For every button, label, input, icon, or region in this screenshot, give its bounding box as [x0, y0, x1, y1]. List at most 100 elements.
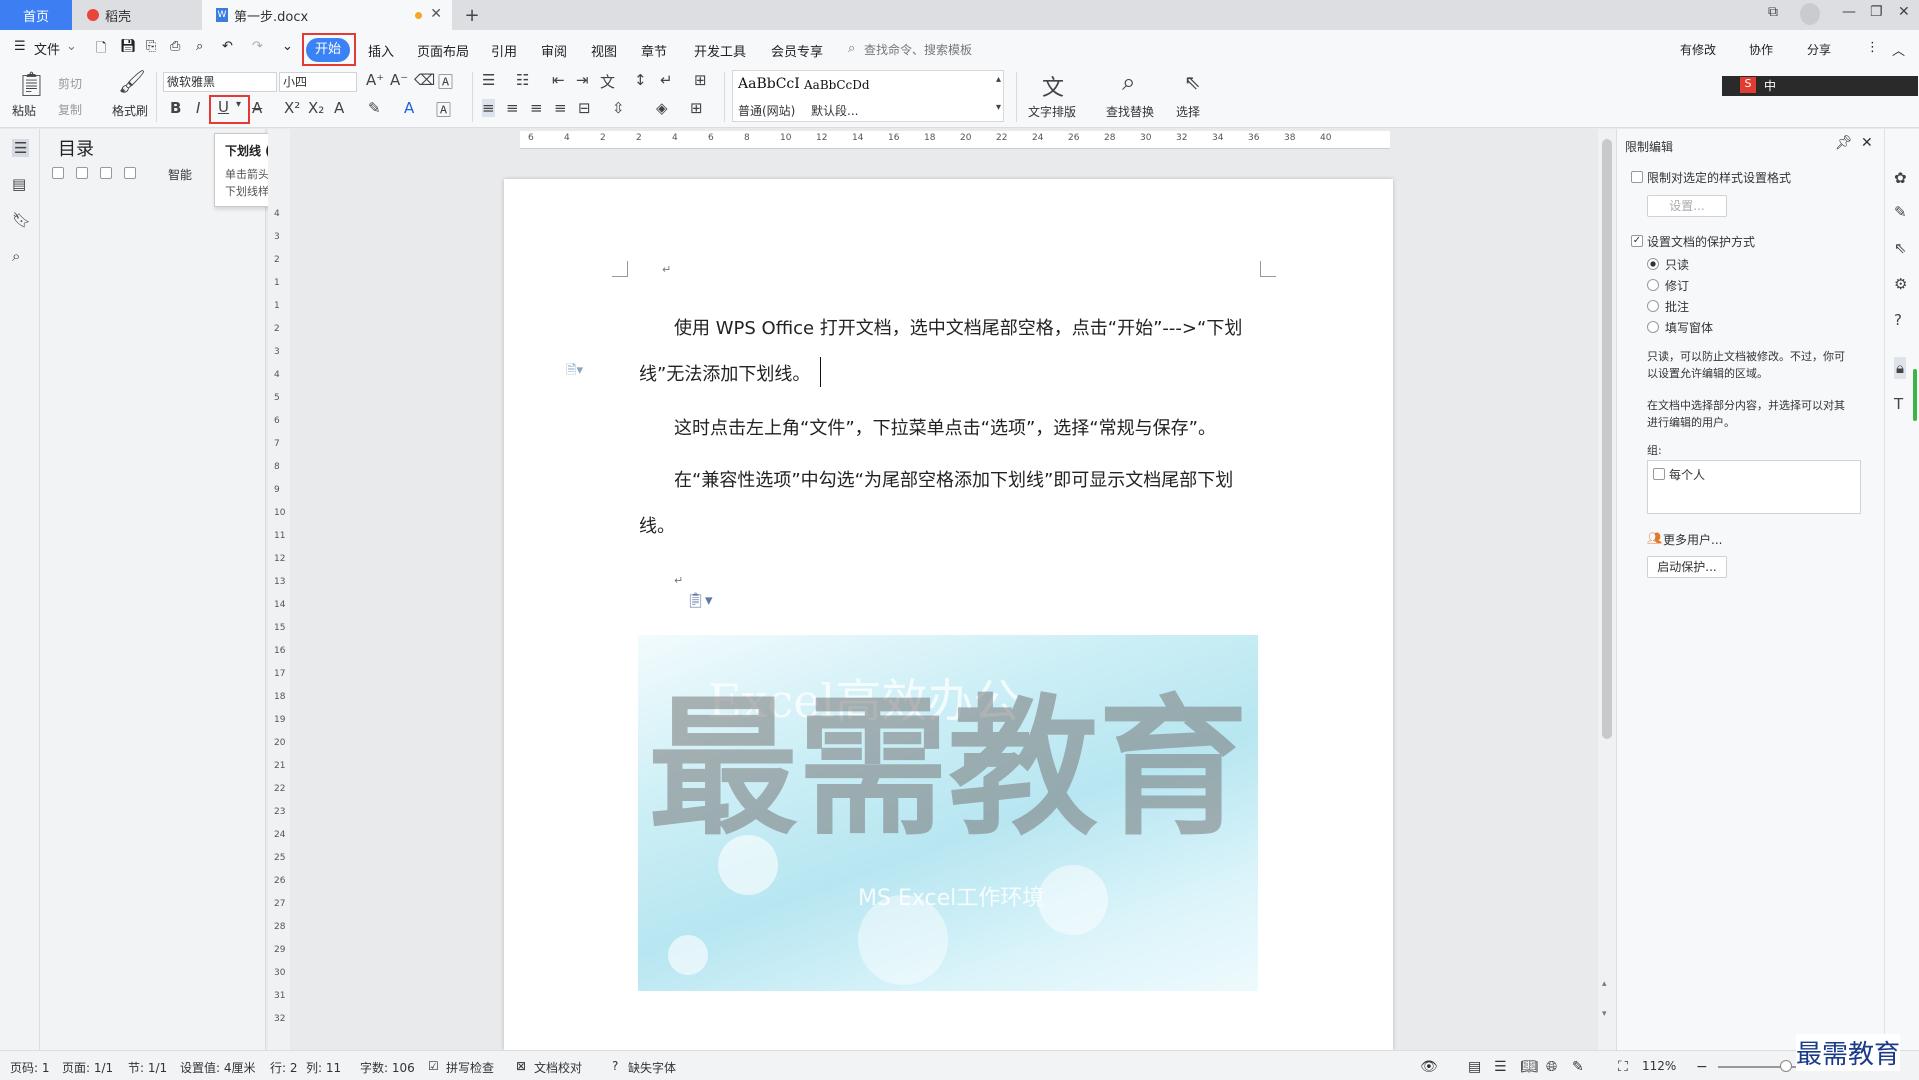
web-view-icon[interactable]: 🌐︎: [1546, 1059, 1557, 1075]
outline-view-icon[interactable]: ☰: [1494, 1059, 1507, 1075]
zoom-out-icon[interactable]: −: [1696, 1059, 1708, 1075]
fit-page-icon[interactable]: ⛶: [1618, 1059, 1628, 1075]
chinese-layout-icon[interactable]: 文: [600, 71, 615, 92]
lock-icon[interactable]: 🔒︎: [1894, 357, 1906, 379]
toc-collapse-icon[interactable]: [76, 167, 88, 179]
toc-add-icon[interactable]: [100, 167, 112, 179]
subscript-icon[interactable]: X₂: [308, 99, 324, 117]
decrease-indent-icon[interactable]: ⇤: [552, 71, 565, 89]
find-replace-button[interactable]: 查找替换: [1106, 103, 1154, 120]
select-button[interactable]: 选择: [1176, 103, 1200, 120]
style-normal-web-preview[interactable]: AaBbCcI: [738, 76, 800, 92]
restore-icon[interactable]: ❐: [1870, 4, 1883, 20]
close-window-icon[interactable]: ✕: [1898, 4, 1910, 20]
command-search[interactable]: 查找命令、搜索模板: [864, 41, 972, 58]
style-default[interactable]: 默认段...: [811, 102, 858, 119]
spell-check-button[interactable]: 拼写检查: [446, 1059, 494, 1076]
changes-button[interactable]: 有修改: [1680, 41, 1716, 58]
justify-icon[interactable]: ≡: [554, 99, 567, 117]
show-marks-icon[interactable]: ↵: [660, 71, 673, 89]
paste-button[interactable]: 粘贴: [12, 102, 36, 119]
distribute-icon[interactable]: ⊟: [578, 99, 591, 117]
copy-button[interactable]: 复制: [58, 101, 82, 118]
collaborate-button[interactable]: 协作: [1749, 41, 1773, 58]
collapse-ribbon-icon[interactable]: ︿: [1892, 40, 1905, 59]
font-color-icon[interactable]: A: [404, 99, 414, 117]
font-name-select[interactable]: 微软雅黑: [163, 72, 277, 92]
zoom-level[interactable]: 112%: [1642, 1059, 1676, 1073]
font-size-select[interactable]: 小四: [279, 72, 357, 92]
page-view-icon[interactable]: ▤: [1468, 1059, 1481, 1075]
pin-icon[interactable]: 📌︎: [1835, 135, 1853, 151]
print-icon[interactable]: ⎙: [170, 39, 180, 54]
new-icon[interactable]: 🗋: [96, 39, 106, 61]
ime-mode-icon[interactable]: 中: [1764, 77, 1776, 94]
paste-icon[interactable]: 📋︎: [16, 70, 46, 98]
style-more-icon[interactable]: ▾: [996, 102, 1001, 113]
tab-home[interactable]: 首页: [0, 0, 72, 30]
line-spacing-icon[interactable]: ⇳: [612, 99, 625, 117]
document-page[interactable]: ↵ 使用 WPS Office 打开文档，选中文档尾部空格，点击“开始”--->…: [504, 179, 1393, 1050]
save-icon[interactable]: 💾︎: [120, 39, 137, 54]
toc-pane-icon[interactable]: ☰: [12, 139, 30, 157]
align-right-icon[interactable]: ≡: [530, 99, 543, 117]
undo-icon[interactable]: ↶: [222, 39, 233, 54]
vertical-scrollbar[interactable]: ▴ ▾: [1598, 129, 1616, 1050]
format-painter-button[interactable]: 格式刷: [112, 102, 148, 119]
horizontal-ruler[interactable]: 6 4 2 2 4 6 8 10 12 14 16 18 20 22 24 26 28 30 32 34 36 38 40: [520, 131, 1390, 149]
radio-form[interactable]: [1647, 321, 1659, 333]
cut-button[interactable]: 剪切: [58, 75, 82, 92]
phonetic-icon[interactable]: 🄰: [438, 71, 453, 92]
adjust-icon[interactable]: ⚙: [1894, 275, 1907, 293]
highlight-icon[interactable]: ✎: [368, 99, 381, 117]
table-lines-icon[interactable]: ⊞: [694, 71, 707, 89]
style-scroll-up-icon[interactable]: ▴: [996, 74, 1001, 85]
menu-file[interactable]: 文件: [34, 39, 60, 58]
bullet-list-icon[interactable]: ☰: [482, 71, 495, 89]
write-view-icon[interactable]: ✎: [1572, 1059, 1584, 1075]
help-icon[interactable]: ?: [1894, 311, 1902, 329]
style-normal-web[interactable]: 普通(网站): [738, 102, 795, 119]
text-effect-icon[interactable]: A: [334, 99, 344, 117]
search-pane-icon[interactable]: ⌕: [12, 247, 20, 265]
export-icon[interactable]: ⎘: [146, 39, 156, 54]
more-users-link[interactable]: 更多用户...: [1663, 531, 1722, 548]
increase-indent-icon[interactable]: ⇥: [576, 71, 589, 89]
grow-font-icon[interactable]: A⁺: [366, 71, 384, 89]
redo-icon[interactable]: ↷: [252, 39, 263, 54]
minimize-icon[interactable]: —: [1842, 4, 1856, 20]
close-panel-icon[interactable]: ✕: [1861, 135, 1873, 151]
paragraph-handle-icon[interactable]: 🗎▾: [566, 361, 583, 383]
status-words[interactable]: 字数: 106: [360, 1059, 415, 1076]
next-page-icon[interactable]: ▾: [1602, 1009, 1607, 1019]
char-border-icon[interactable]: 🄰: [436, 99, 451, 120]
radio-revision[interactable]: [1647, 279, 1659, 291]
superscript-icon[interactable]: X²: [284, 99, 300, 117]
new-tab-button[interactable]: +: [462, 0, 482, 30]
style-default-preview[interactable]: AaBbCcDd: [804, 78, 870, 92]
menu-view[interactable]: 视图: [591, 41, 617, 60]
select-arrow-icon[interactable]: ⇖: [1894, 239, 1907, 257]
scroll-thumb[interactable]: [1602, 139, 1612, 739]
menu-page-layout[interactable]: 页面布局: [417, 41, 469, 60]
proof-button[interactable]: 文档校对: [534, 1059, 582, 1076]
chevron-down-icon[interactable]: ⌄: [66, 39, 77, 54]
menu-insert[interactable]: 插入: [368, 41, 394, 60]
format-painter-icon[interactable]: 🖌︎: [118, 70, 146, 95]
shading-icon[interactable]: ◈: [656, 99, 668, 117]
customize-icon[interactable]: ⌄: [282, 39, 293, 54]
align-left-icon[interactable]: ≡: [482, 99, 495, 117]
tab-document[interactable]: W 第一步.docx ✕: [202, 0, 452, 30]
menu-developer[interactable]: 开发工具: [694, 41, 746, 60]
menu-chapter[interactable]: 章节: [641, 41, 667, 60]
preview-icon[interactable]: ⌕: [196, 39, 203, 54]
bookmark-icon[interactable]: 🔖︎: [12, 211, 31, 229]
shrink-font-icon[interactable]: A⁻: [390, 71, 408, 89]
number-list-icon[interactable]: ☷: [516, 71, 529, 89]
edit-pen-icon[interactable]: ✎: [1894, 203, 1907, 221]
radio-comment[interactable]: [1647, 300, 1659, 312]
tab-daoke[interactable]: 稻壳: [73, 0, 201, 30]
bold-icon[interactable]: B: [170, 99, 181, 117]
avatar[interactable]: [1800, 3, 1820, 25]
clear-format-icon[interactable]: ⌫: [414, 71, 435, 89]
